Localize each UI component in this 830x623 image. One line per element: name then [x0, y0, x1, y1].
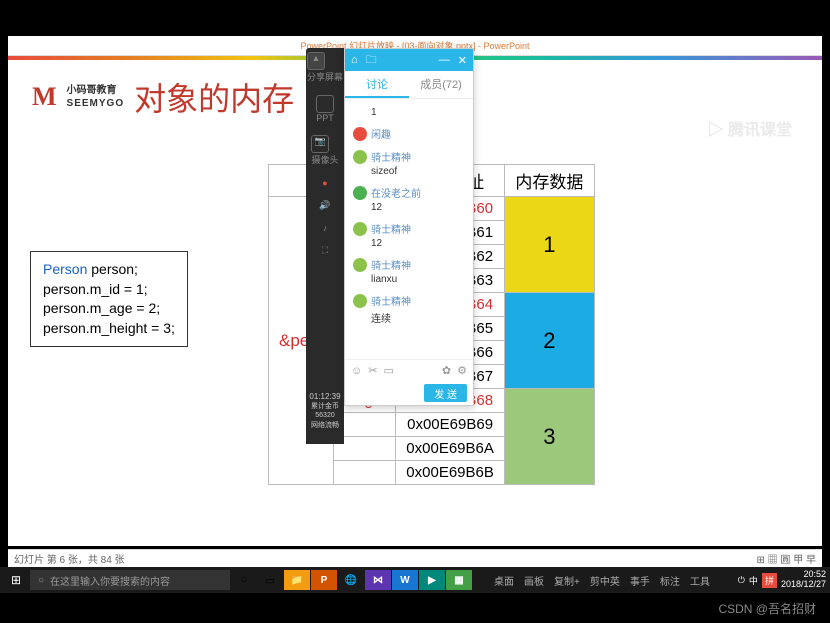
sound-icon[interactable]: 🔊	[319, 200, 330, 211]
csdn-watermark: CSDN @吾名招财	[718, 600, 816, 617]
music-icon[interactable]: ♪	[323, 223, 328, 233]
app-tencent[interactable]: ▶	[419, 570, 445, 590]
ppt-icon[interactable]: PPT	[316, 95, 334, 123]
class-timer: 01:12:39 累计金币 56320 网络流畅	[306, 388, 344, 444]
app-green[interactable]: ▦	[446, 570, 472, 590]
app-ppt[interactable]: P	[311, 570, 337, 590]
status-view-icons[interactable]: ⊞ ▦ 圓 甲 早	[757, 551, 817, 566]
scissors-icon[interactable]: ✂	[368, 364, 377, 377]
minimize-icon[interactable]: —	[439, 54, 450, 66]
code-snippet: Person person; person.m_id = 1; person.m…	[30, 251, 188, 347]
app-word[interactable]: W	[392, 570, 418, 590]
tab-discuss[interactable]: 讨论	[345, 71, 409, 98]
folder-icon[interactable]: 🗀	[366, 51, 377, 70]
camera-icon[interactable]: 📷摄像头	[311, 135, 338, 166]
flower-icon[interactable]: ✿	[442, 364, 451, 377]
taskbar-mid-labels[interactable]: 桌面画板复制+ 剪中英事手标注 工具	[494, 573, 710, 588]
home-icon[interactable]: ⌂	[351, 54, 358, 66]
chat-panel: ⌂ 🗀 — ✕ 讨论 成员(72) 1 闲趣 骑士精神sizeof 在没老之前1…	[344, 48, 474, 406]
windows-taskbar[interactable]: ⊞ ○ 在这里输入你要搜索的内容 ○ ▭ 📁 P 🌐 ⋈ W ▶ ▦ 桌面画板复…	[0, 567, 830, 593]
chat-messages[interactable]: 1 闲趣 骑士精神sizeof 在没老之前12 骑士精神12 骑士精神lianx…	[345, 99, 473, 359]
system-tray[interactable]: ⏻中拼 20:522018/12/27	[738, 570, 826, 590]
emoji-icon[interactable]: ☺	[351, 365, 362, 377]
tab-members[interactable]: 成员(72)	[409, 71, 473, 98]
gear-icon[interactable]: ⚙	[457, 364, 467, 377]
play-icon[interactable]: ●	[322, 178, 327, 188]
ppt-status-bar: 幻灯片 第 6 张，共 84 张 ⊞ ▦ 圓 甲 早	[8, 549, 822, 567]
cortana-icon[interactable]: ○	[232, 570, 256, 590]
watermark: ▷ 腾讯课堂	[708, 116, 792, 140]
chat-sidebar: ▲分享屏幕 PPT 📷摄像头 ● 🔊 ♪ ⛶ ⏻下课	[306, 48, 344, 418]
slide-title: 对象的内存	[134, 74, 294, 120]
expand-icon[interactable]: ⛶	[322, 245, 328, 256]
start-button[interactable]: ⊞	[4, 570, 28, 590]
taskview-icon[interactable]: ▭	[258, 570, 282, 590]
app-chrome[interactable]: 🌐	[338, 570, 364, 590]
send-button[interactable]: 发 送	[424, 384, 467, 402]
chat-toolbar[interactable]: ☺ ✂ ▭ ✿ ⚙	[345, 359, 473, 381]
close-icon[interactable]: ✕	[458, 54, 467, 67]
app-vs[interactable]: ⋈	[365, 570, 391, 590]
app-folder[interactable]: 📁	[284, 570, 310, 590]
logo-icon: M	[32, 82, 57, 112]
search-input[interactable]: ○ 在这里输入你要搜索的内容	[30, 570, 230, 590]
image-icon[interactable]: ▭	[383, 364, 393, 377]
share-screen-icon[interactable]: ▲分享屏幕	[307, 52, 343, 83]
logo-text: 小码哥教育 SEEMYGO	[67, 84, 125, 110]
chat-titlebar[interactable]: ⌂ 🗀 — ✕	[345, 49, 473, 71]
